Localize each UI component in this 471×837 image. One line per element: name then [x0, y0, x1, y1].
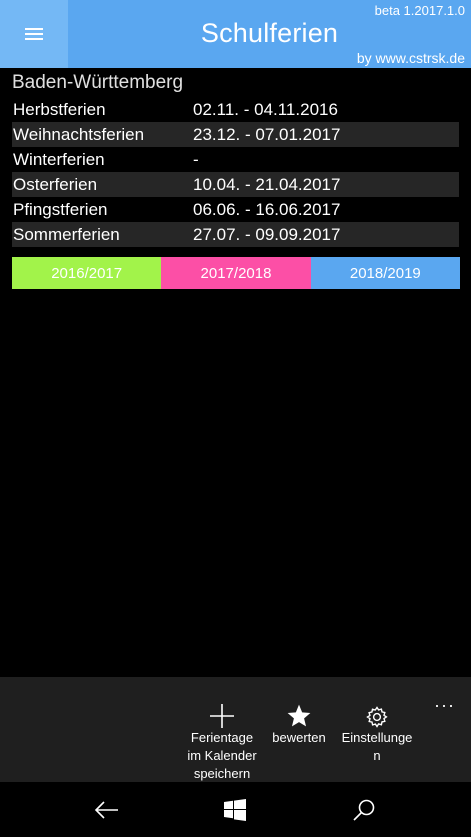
app-bar: Ferientage im Kalender speichern bewerte…	[0, 677, 471, 782]
table-row-winterferien: Winterferien -	[12, 147, 459, 172]
holiday-name: Winterferien	[13, 149, 105, 169]
menu-button[interactable]	[0, 0, 68, 68]
back-button[interactable]	[87, 794, 127, 826]
save-to-calendar-button[interactable]: Ferientage im Kalender speichern	[180, 677, 264, 783]
settings-button[interactable]: Einstellunge n	[336, 677, 418, 765]
gear-icon	[336, 677, 418, 729]
rate-button[interactable]: bewerten	[266, 677, 332, 747]
table-row-pfingstferien: Pfingstferien 06.06. - 16.06.2017	[12, 197, 459, 222]
version-label: beta 1.2017.1.0	[374, 3, 465, 18]
page-title: Schulferien	[200, 18, 339, 48]
back-arrow-icon	[94, 801, 118, 819]
year-button-2016-2017[interactable]: 2016/2017	[12, 257, 162, 289]
table-row-weihnachtsferien: Weihnachtsferien 23.12. - 07.01.2017	[12, 122, 459, 147]
holiday-name: Sommerferien	[13, 224, 120, 244]
holiday-dates: 27.07. - 09.09.2017	[193, 224, 341, 244]
settings-label-2: n	[373, 748, 381, 763]
app-header: Schulferien beta 1.2017.1.0 by www.cstrs…	[0, 0, 471, 68]
save-calendar-label-2: im Kalender	[187, 748, 257, 763]
holiday-name: Pfingstferien	[13, 199, 108, 219]
year-button-2017-2018[interactable]: 2017/2018	[161, 257, 311, 289]
holiday-dates: 02.11. - 04.11.2016	[193, 99, 338, 119]
year-button-2018-2019[interactable]: 2018/2019	[310, 257, 460, 289]
settings-label-1: Einstellunge	[341, 730, 413, 745]
table-row-osterferien: Osterferien 10.04. - 21.04.2017	[12, 172, 459, 197]
table-row-sommerferien: Sommerferien 27.07. - 09.09.2017	[12, 222, 459, 247]
year-selector: 2016/2017 2017/2018 2018/2019	[12, 257, 460, 289]
home-button[interactable]	[215, 794, 255, 826]
holiday-table: Herbstferien 02.11. - 04.11.2016 Weihnac…	[12, 97, 459, 247]
system-nav-bar	[0, 782, 471, 837]
holiday-dates: -	[193, 149, 199, 169]
more-options-button[interactable]: ···	[434, 695, 455, 716]
save-calendar-label-1: Ferientage	[190, 730, 254, 745]
star-icon	[266, 677, 332, 729]
table-row-herbstferien: Herbstferien 02.11. - 04.11.2016	[12, 97, 459, 122]
windows-logo-icon	[224, 799, 246, 821]
plus-icon	[180, 677, 264, 729]
state-label: Baden-Württemberg	[12, 72, 184, 93]
holiday-name: Osterferien	[13, 174, 98, 194]
holiday-name: Weihnachtsferien	[13, 124, 145, 144]
save-calendar-label-3: speichern	[193, 766, 251, 781]
holiday-name: Herbstferien	[13, 99, 106, 119]
holiday-dates: 06.06. - 16.06.2017	[193, 199, 341, 219]
search-icon	[353, 799, 375, 821]
hamburger-menu-icon	[25, 28, 43, 40]
holiday-dates: 10.04. - 21.04.2017	[193, 174, 341, 194]
author-byline: by www.cstrsk.de	[356, 50, 465, 66]
holiday-dates: 23.12. - 07.01.2017	[193, 124, 341, 144]
search-button[interactable]	[344, 794, 384, 826]
rate-label: bewerten	[272, 730, 326, 745]
